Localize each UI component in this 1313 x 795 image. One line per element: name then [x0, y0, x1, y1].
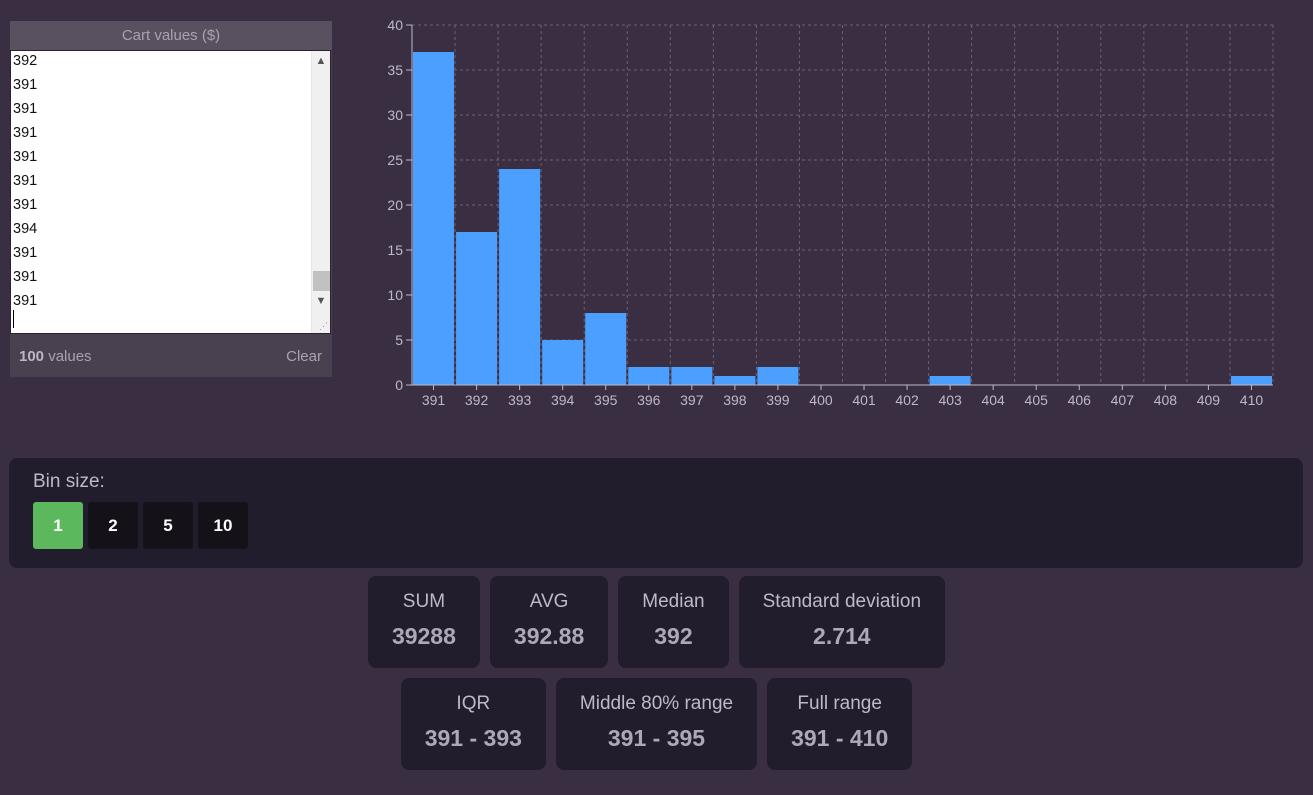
y-tick-label: 0 — [395, 377, 403, 393]
bin-size-1-button[interactable]: 1 — [33, 502, 83, 549]
x-tick-label: 402 — [895, 392, 919, 408]
y-tick-label: 25 — [387, 152, 403, 168]
stat-label: AVG — [529, 591, 569, 612]
textarea-line: 391 — [13, 293, 38, 309]
y-tick-label: 30 — [387, 107, 403, 123]
x-tick-label: 398 — [723, 392, 747, 408]
cart-values-header: Cart values ($) — [10, 21, 332, 50]
resize-grip-icon[interactable]: ⋰ — [319, 322, 328, 331]
stat-value: 2.714 — [813, 623, 871, 649]
stat-value: 392.88 — [513, 623, 585, 649]
textarea-line: 394 — [13, 221, 38, 237]
stat-label: Median — [642, 591, 705, 612]
stat-avg: AVG 392.88 — [489, 576, 609, 668]
x-tick-label: 395 — [594, 392, 618, 408]
stat-label: Standard deviation — [762, 591, 922, 612]
values-count-number: 100 — [19, 348, 45, 365]
textarea-line: 391 — [13, 125, 38, 141]
scroll-up-icon[interactable]: ▲ — [312, 51, 330, 71]
y-tick-label: 5 — [395, 332, 403, 348]
bin-size-10-button[interactable]: 10 — [198, 502, 248, 549]
cart-values-textarea[interactable]: 392 391 391 391 391 391 391 394 391 391 … — [10, 50, 331, 334]
x-tick-label: 403 — [938, 392, 962, 408]
textarea-line: 391 — [13, 197, 38, 213]
x-tick-label: 391 — [422, 392, 446, 408]
x-tick-label: 400 — [809, 392, 833, 408]
stat-label: Middle 80% range — [579, 693, 734, 714]
text-caret — [13, 310, 14, 328]
histogram-bar — [1230, 376, 1272, 385]
bin-size-panel: Bin size: 1 2 5 10 — [9, 458, 1303, 568]
x-tick-label: 408 — [1154, 392, 1178, 408]
panel-footer: 100 values Clear — [10, 334, 332, 377]
x-tick-label: 397 — [680, 392, 704, 408]
stat-value: 39288 — [391, 623, 456, 649]
stat-value: 391 - 395 — [607, 725, 706, 751]
x-tick-label: 393 — [508, 392, 532, 408]
bin-size-5-button[interactable]: 5 — [143, 502, 193, 549]
x-tick-label: 396 — [637, 392, 661, 408]
y-tick-label: 10 — [387, 287, 403, 303]
textarea-lines: 392 391 391 391 391 391 391 394 391 391 … — [13, 51, 38, 313]
x-tick-label: 407 — [1111, 392, 1135, 408]
histogram-bar — [542, 340, 584, 385]
textarea-scrollbar[interactable]: ▲ ▼ — [311, 51, 330, 333]
stat-value: 391 - 393 — [424, 725, 522, 751]
y-tick-label: 20 — [387, 197, 403, 213]
y-tick-label: 35 — [387, 62, 403, 78]
histogram-bar — [628, 367, 670, 385]
values-count-suffix: values — [44, 348, 92, 365]
histogram-bar — [413, 52, 455, 385]
textarea-line: 391 — [13, 101, 38, 117]
stat-sum: SUM 39288 — [367, 576, 480, 668]
x-tick-label: 394 — [551, 392, 575, 408]
textarea-line: 391 — [13, 77, 38, 93]
histogram-bar — [499, 169, 541, 385]
histogram-bar — [585, 313, 627, 385]
textarea-line: 391 — [13, 245, 38, 261]
clear-button[interactable]: Clear — [286, 348, 322, 365]
stats-row-2: IQR 391 - 393 Middle 80% range 391 - 395… — [0, 678, 1313, 770]
stat-label: Full range — [797, 693, 882, 714]
values-count: 100 values — [19, 348, 92, 365]
scroll-thumb[interactable] — [313, 271, 330, 291]
histogram-bar — [929, 376, 971, 385]
stat-standard-deviation: Standard deviation 2.714 — [738, 576, 946, 668]
x-tick-label: 410 — [1240, 392, 1264, 408]
stat-iqr: IQR 391 - 393 — [400, 678, 546, 770]
histogram-chart: 0 5 10 15 20 25 30 35 40 391 392 393 394 395 396 397 398… — [387, 17, 1274, 408]
textarea-line: 391 — [13, 173, 38, 189]
scroll-down-icon[interactable]: ▼ — [312, 291, 330, 311]
y-tick-label: 40 — [387, 17, 403, 33]
histogram-bar — [671, 367, 713, 385]
bin-size-label: Bin size: — [33, 471, 105, 492]
bin-size-buttons: 1 2 5 10 — [33, 502, 248, 549]
stat-median: Median 392 — [618, 576, 729, 668]
stat-value: 392 — [654, 623, 693, 649]
y-tick-label: 15 — [387, 242, 403, 258]
x-tick-label: 406 — [1068, 392, 1092, 408]
stat-full-range: Full range 391 - 410 — [767, 678, 913, 770]
x-tick-label: 401 — [852, 392, 876, 408]
stats-row-1: SUM 39288 AVG 392.88 Median 392 Standard… — [0, 576, 1313, 668]
textarea-line: 391 — [13, 149, 38, 165]
x-tick-label: 405 — [1025, 392, 1049, 408]
x-tick-label: 399 — [766, 392, 790, 408]
histogram-bar — [757, 367, 799, 385]
x-tick-label: 404 — [981, 392, 1005, 408]
histogram-bar — [714, 376, 756, 385]
textarea-line: 392 — [13, 53, 38, 69]
bin-size-2-button[interactable]: 2 — [88, 502, 138, 549]
cart-values-panel: Cart values ($) 392 391 391 391 391 391 … — [10, 21, 332, 377]
stat-label: SUM — [402, 591, 446, 612]
x-tick-label: 392 — [465, 392, 489, 408]
histogram-bar — [456, 232, 498, 385]
stat-value: 391 - 410 — [791, 725, 889, 751]
stat-middle-80-range: Middle 80% range 391 - 395 — [555, 678, 758, 770]
x-tick-label: 409 — [1197, 392, 1221, 408]
stat-label: IQR — [456, 693, 491, 714]
textarea-line: 391 — [13, 269, 38, 285]
